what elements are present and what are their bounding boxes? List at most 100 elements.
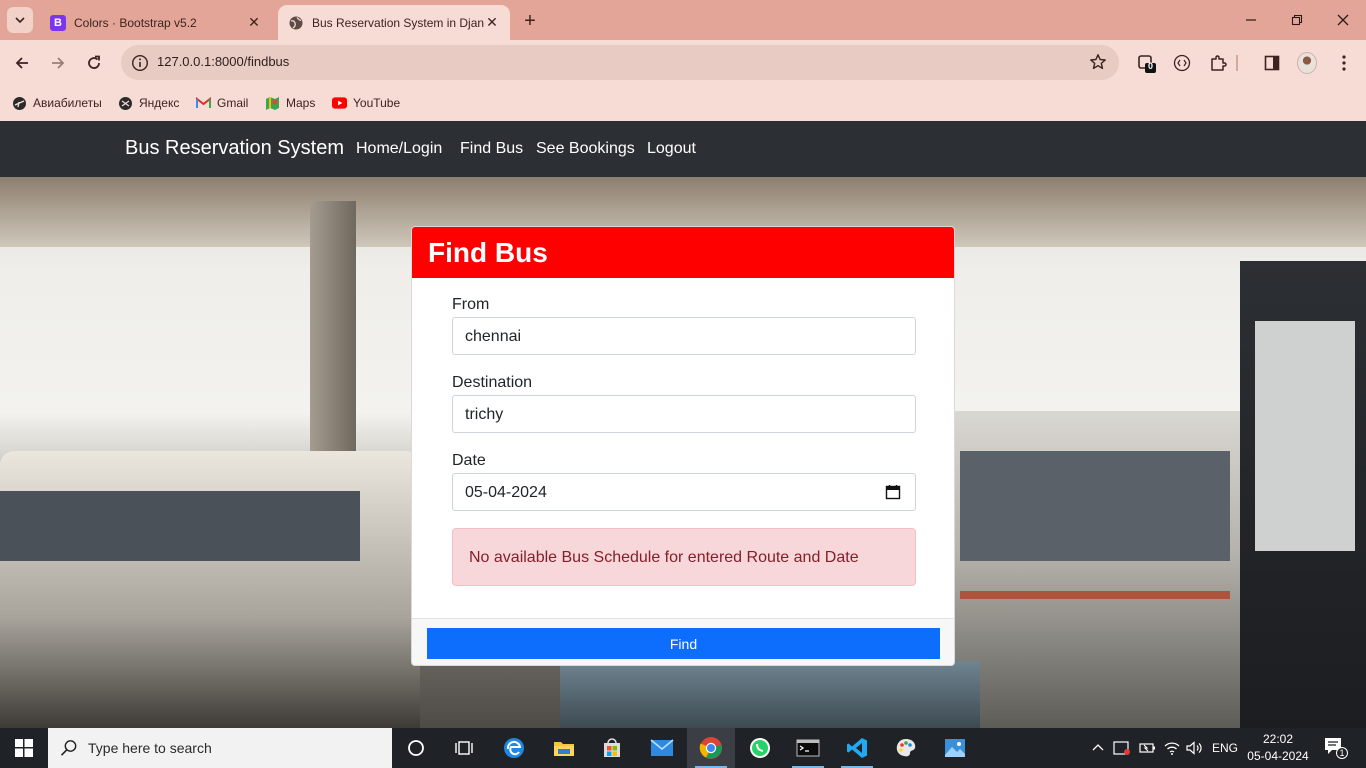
back-button[interactable] [8, 49, 36, 77]
browser-tab-bus-reservation[interactable]: Bus Reservation System in Djan ✕ [278, 5, 510, 40]
bookmark-yandex[interactable]: Яндекс [118, 93, 179, 113]
taskbar-search-box[interactable]: Type here to search [48, 728, 392, 768]
minimize-button[interactable] [1228, 0, 1274, 40]
taskbar-edge[interactable] [490, 728, 538, 768]
bootstrap-icon: B [50, 14, 66, 31]
destination-value: trichy [465, 406, 504, 423]
chevron-up-icon [1092, 744, 1104, 751]
nav-link-see-bookings[interactable]: See Bookings [536, 140, 635, 158]
show-hidden-icons-button[interactable] [1092, 740, 1104, 756]
nav-link-find-bus[interactable]: Find Bus [460, 140, 523, 158]
taskbar-mail[interactable] [638, 728, 686, 768]
taskbar-file-explorer[interactable] [540, 728, 588, 768]
volume-button[interactable] [1186, 740, 1204, 756]
address-bar[interactable]: 127.0.0.1:8000/findbus [121, 45, 1119, 80]
site-navbar: Bus Reservation System Home/Login Find B… [0, 121, 1366, 177]
tray-app-button[interactable] [1113, 740, 1131, 756]
task-view-icon [455, 741, 473, 755]
bookmark-youtube[interactable]: YouTube [332, 93, 400, 113]
calendar-icon[interactable] [885, 484, 901, 500]
page-viewport: Bus Reservation System Home/Login Find B… [0, 121, 1366, 728]
profile-button[interactable] [1297, 52, 1317, 74]
taskbar-whatsapp[interactable] [736, 728, 784, 768]
reload-button[interactable] [80, 49, 108, 77]
alert-message: No available Bus Schedule for entered Ro… [469, 549, 859, 566]
extension-counter-button[interactable]: 0 [1137, 53, 1157, 73]
close-icon[interactable]: ✕ [246, 14, 262, 31]
chevron-down-icon [15, 17, 25, 24]
speaker-icon [1186, 741, 1202, 755]
taskbar-paint[interactable] [882, 728, 930, 768]
bookmark-label: Авиабилеты [33, 96, 102, 110]
vscode-icon [847, 738, 867, 758]
card-footer: Find [412, 618, 954, 665]
arrow-right-icon [52, 57, 65, 69]
bookmark-aviabilety[interactable]: Авиабилеты [12, 93, 102, 113]
date-field[interactable]: 05-04-2024 [452, 473, 916, 511]
from-value: chennai [465, 328, 522, 345]
tab-search-button[interactable] [7, 7, 33, 33]
taskbar-vscode[interactable] [833, 728, 881, 768]
destination-field[interactable]: trichy [452, 395, 916, 433]
bookmark-label: Gmail [217, 96, 249, 110]
site-brand[interactable]: Bus Reservation System [125, 137, 344, 160]
start-button[interactable] [0, 728, 48, 768]
nav-link-logout[interactable]: Logout [647, 140, 696, 158]
restore-button[interactable] [1274, 0, 1320, 40]
no-schedule-alert: No available Bus Schedule for entered Ro… [452, 528, 916, 586]
site-info-icon[interactable] [131, 54, 149, 72]
browser-menu-button[interactable] [1334, 53, 1354, 73]
date-value: 05-04-2024 [465, 484, 547, 501]
side-panel-icon [1264, 55, 1280, 71]
bookmark-label: YouTube [353, 96, 401, 110]
browser-toolbar: 127.0.0.1:8000/findbus 0 [0, 40, 1366, 86]
bookmark-maps[interactable]: Maps [265, 93, 315, 113]
browser-tab-bootstrap[interactable]: B Colors · Bootstrap v5.2 ✕ [40, 5, 272, 40]
globe-icon [288, 15, 304, 31]
taskbar-store[interactable] [588, 728, 636, 768]
extensions-menu-button[interactable] [1208, 53, 1228, 73]
browser-tab-strip: B Colors · Bootstrap v5.2 ✕ Bus Reservat… [0, 0, 1366, 40]
bookmarks-bar: Авиабилеты Яндекс Gmail Maps YouTube [0, 86, 1366, 121]
close-icon[interactable]: ✕ [484, 14, 500, 31]
taskbar-terminal[interactable] [784, 728, 832, 768]
url-text: 127.0.0.1:8000/findbus [157, 54, 290, 69]
bookmark-star-icon[interactable] [1089, 53, 1107, 71]
bookmark-gmail[interactable]: Gmail [196, 93, 248, 113]
page-title: Find Bus [428, 237, 548, 268]
clock-time: 22:02 [1262, 732, 1294, 746]
close-window-button[interactable] [1320, 0, 1366, 40]
task-view-button[interactable] [440, 728, 488, 768]
search-placeholder: Type here to search [88, 740, 212, 756]
language-indicator[interactable]: ENG [1212, 740, 1238, 756]
close-icon [1337, 14, 1349, 26]
youtube-icon [332, 96, 347, 111]
network-button[interactable] [1164, 740, 1180, 756]
extension-button[interactable] [1172, 53, 1192, 73]
find-button[interactable]: Find [427, 628, 940, 659]
from-field[interactable]: chennai [452, 317, 916, 355]
maps-icon [265, 96, 280, 111]
nav-link-home-login[interactable]: Home/Login [356, 140, 442, 158]
destination-label: Destination [452, 374, 533, 391]
gmail-icon [196, 96, 211, 111]
paint-palette-icon [896, 739, 916, 757]
find-bus-card: Find Bus From chennai Destination trichy… [411, 226, 955, 666]
notifications-button[interactable]: 1 [1324, 738, 1348, 759]
yandex-icon [118, 96, 133, 111]
side-panel-button[interactable] [1262, 53, 1282, 73]
system-clock[interactable]: 22:02 05-04-2024 [1242, 731, 1314, 765]
forward-button[interactable] [44, 49, 72, 77]
taskbar-photos[interactable] [931, 728, 979, 768]
cortana-button[interactable] [392, 728, 440, 768]
edge-icon [504, 738, 524, 758]
mail-icon [650, 739, 674, 756]
battery-button[interactable] [1139, 740, 1157, 756]
windows-logo-icon [15, 739, 33, 757]
search-icon [60, 740, 77, 756]
arrow-left-icon [15, 57, 28, 69]
taskbar-chrome[interactable] [687, 728, 735, 768]
tray-app-icon [1113, 741, 1130, 755]
new-tab-button[interactable]: + [518, 9, 542, 33]
store-icon [604, 738, 620, 757]
